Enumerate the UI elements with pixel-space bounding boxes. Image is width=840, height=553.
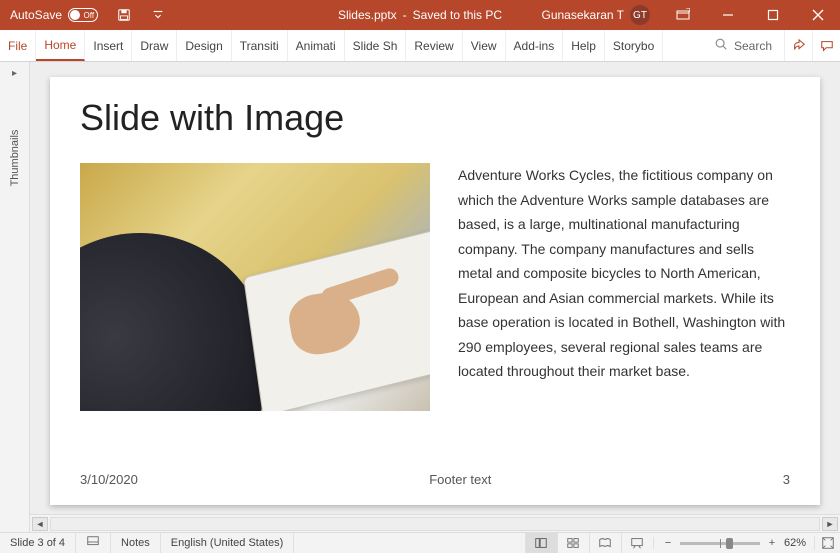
scroll-left-icon[interactable]: ◄ (32, 517, 48, 531)
quick-access-toolbar (108, 7, 166, 23)
slide-footer-text[interactable]: Footer text (429, 472, 491, 487)
zoom-controls: − + 62% (653, 537, 814, 549)
language-button[interactable]: English (United States) (161, 533, 295, 553)
search-icon (714, 37, 728, 54)
autosave-switch[interactable]: Off (68, 8, 98, 22)
tab-transitions[interactable]: Transiti (232, 30, 288, 61)
tab-file[interactable]: File (0, 30, 36, 61)
tell-me-search[interactable]: Search (702, 30, 784, 61)
thumbnails-label: Thumbnails (9, 130, 21, 187)
filename: Slides.pptx (338, 8, 397, 22)
workspace: ▸ Thumbnails Slide with Image Adventure … (0, 62, 840, 532)
title-separator: - (403, 8, 407, 22)
share-button[interactable] (784, 30, 812, 61)
fit-to-window-button[interactable] (814, 536, 840, 550)
tab-animations[interactable]: Animati (288, 30, 345, 61)
zoom-in-button[interactable]: + (766, 537, 778, 549)
expand-thumbnails-icon[interactable]: ▸ (12, 68, 17, 79)
slide-sorter-button[interactable] (557, 533, 589, 553)
minimize-button[interactable] (705, 0, 750, 30)
tab-view[interactable]: View (463, 30, 506, 61)
tab-draw[interactable]: Draw (132, 30, 177, 61)
zoom-thumb[interactable] (726, 538, 733, 549)
tab-addins[interactable]: Add-ins (506, 30, 564, 61)
tab-slideshow[interactable]: Slide Sh (345, 30, 407, 61)
ribbon-display-options[interactable] (660, 0, 705, 30)
slide-image[interactable] (80, 163, 430, 411)
save-icon[interactable] (116, 7, 132, 23)
qat-customize-icon[interactable] (150, 7, 166, 23)
thumbnails-pane[interactable]: ▸ Thumbnails (0, 62, 30, 532)
slide-edit-area: Slide with Image Adventure Works Cycles,… (30, 62, 840, 532)
reading-view-button[interactable] (589, 533, 621, 553)
slide-body-text[interactable]: Adventure Works Cycles, the fictitious c… (458, 163, 790, 411)
account-button[interactable]: Gunasekaran T GT (542, 5, 661, 25)
user-initials: GT (633, 10, 647, 21)
status-bar: Slide 3 of 4 Notes English (United State… (0, 532, 840, 553)
slide-indicator[interactable]: Slide 3 of 4 (0, 533, 76, 553)
slide-canvas[interactable]: Slide with Image Adventure Works Cycles,… (50, 77, 820, 505)
zoom-out-button[interactable]: − (662, 537, 674, 549)
normal-view-button[interactable] (525, 533, 557, 553)
user-avatar: GT (630, 5, 650, 25)
title-bar: AutoSave Off Slides.pptx - Saved to this… (0, 0, 840, 30)
slide-footer: 3/10/2020 Footer text 3 (80, 472, 790, 487)
tab-review[interactable]: Review (406, 30, 462, 61)
notes-label: Notes (121, 537, 150, 549)
comments-button[interactable] (812, 30, 840, 61)
scroll-right-icon[interactable]: ► (822, 517, 838, 531)
view-buttons (525, 533, 653, 553)
slide-footer-number[interactable]: 3 (783, 472, 790, 487)
tab-insert[interactable]: Insert (85, 30, 132, 61)
slide-title[interactable]: Slide with Image (80, 97, 790, 139)
tab-help[interactable]: Help (563, 30, 605, 61)
zoom-percent[interactable]: 62% (784, 537, 806, 549)
title-center: Slides.pptx - Saved to this PC (338, 8, 502, 22)
tab-home[interactable]: Home (36, 30, 85, 61)
notes-toggle[interactable]: Notes (111, 533, 161, 553)
slide-footer-date[interactable]: 3/10/2020 (80, 472, 138, 487)
slide-indicator-text: Slide 3 of 4 (10, 537, 65, 549)
scroll-track[interactable] (50, 517, 820, 531)
user-name: Gunasekaran T (542, 8, 625, 22)
search-placeholder: Search (734, 39, 772, 53)
language-text: English (United States) (171, 537, 284, 549)
horizontal-scrollbar[interactable]: ◄ ► (30, 514, 840, 532)
tab-design[interactable]: Design (177, 30, 231, 61)
tab-storyboarding[interactable]: Storybo (605, 30, 663, 61)
maximize-button[interactable] (750, 0, 795, 30)
notes-icon (86, 535, 100, 552)
autosave-state: Off (84, 11, 95, 20)
zoom-slider[interactable] (680, 542, 760, 545)
autosave-toggle[interactable]: AutoSave Off (0, 8, 108, 22)
close-button[interactable] (795, 0, 840, 30)
slideshow-button[interactable] (621, 533, 653, 553)
save-status: Saved to this PC (413, 8, 502, 22)
notes-button[interactable] (76, 533, 111, 553)
autosave-label: AutoSave (10, 8, 62, 22)
ribbon-tabs: File Home Insert Draw Design Transiti An… (0, 30, 840, 62)
